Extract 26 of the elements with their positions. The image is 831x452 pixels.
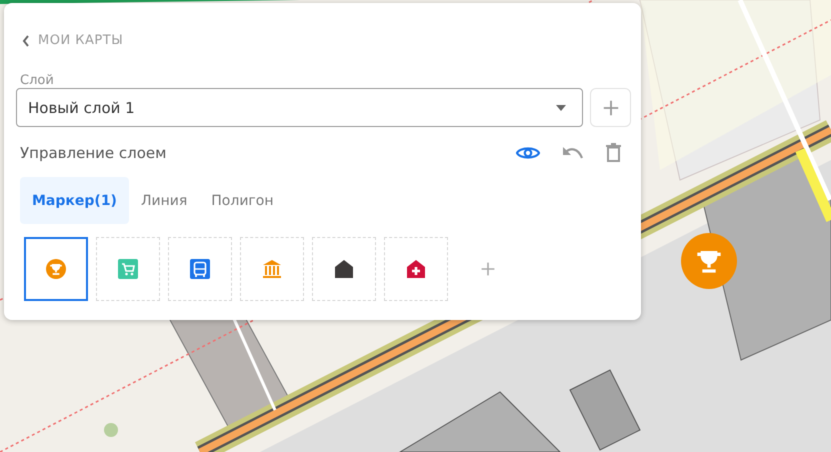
columns-building-icon (262, 259, 282, 279)
delete-button[interactable] (606, 143, 621, 162)
select-value: Новый слой 1 (28, 98, 135, 116)
caret-icon (556, 104, 566, 110)
bus-icon (190, 259, 210, 279)
house-icon (334, 259, 354, 279)
field-label: Слой (20, 74, 55, 88)
trophy-icon (46, 259, 66, 279)
plus-icon (602, 98, 620, 116)
visibility-button[interactable] (516, 144, 540, 160)
tab[interactable]: Линия (128, 177, 200, 224)
undo-button[interactable] (562, 146, 584, 160)
chevron-left-icon (22, 34, 30, 46)
tab[interactable]: Полигон (199, 177, 286, 224)
add-layer-button[interactable] (590, 88, 631, 127)
hospital-icon (406, 259, 426, 279)
trash-icon (606, 143, 621, 162)
tab[interactable]: Маркер(1) (20, 177, 129, 224)
cart-icon (118, 259, 138, 279)
back-link[interactable]: МОИ КАРТЫ (22, 33, 124, 48)
layer-select[interactable]: Новый слой 1 (16, 88, 583, 127)
undo-icon (562, 146, 584, 160)
marker-option[interactable] (24, 237, 88, 301)
section-title: Управление слоем (20, 144, 166, 162)
plus-icon (480, 261, 496, 277)
eye-icon (516, 144, 540, 160)
